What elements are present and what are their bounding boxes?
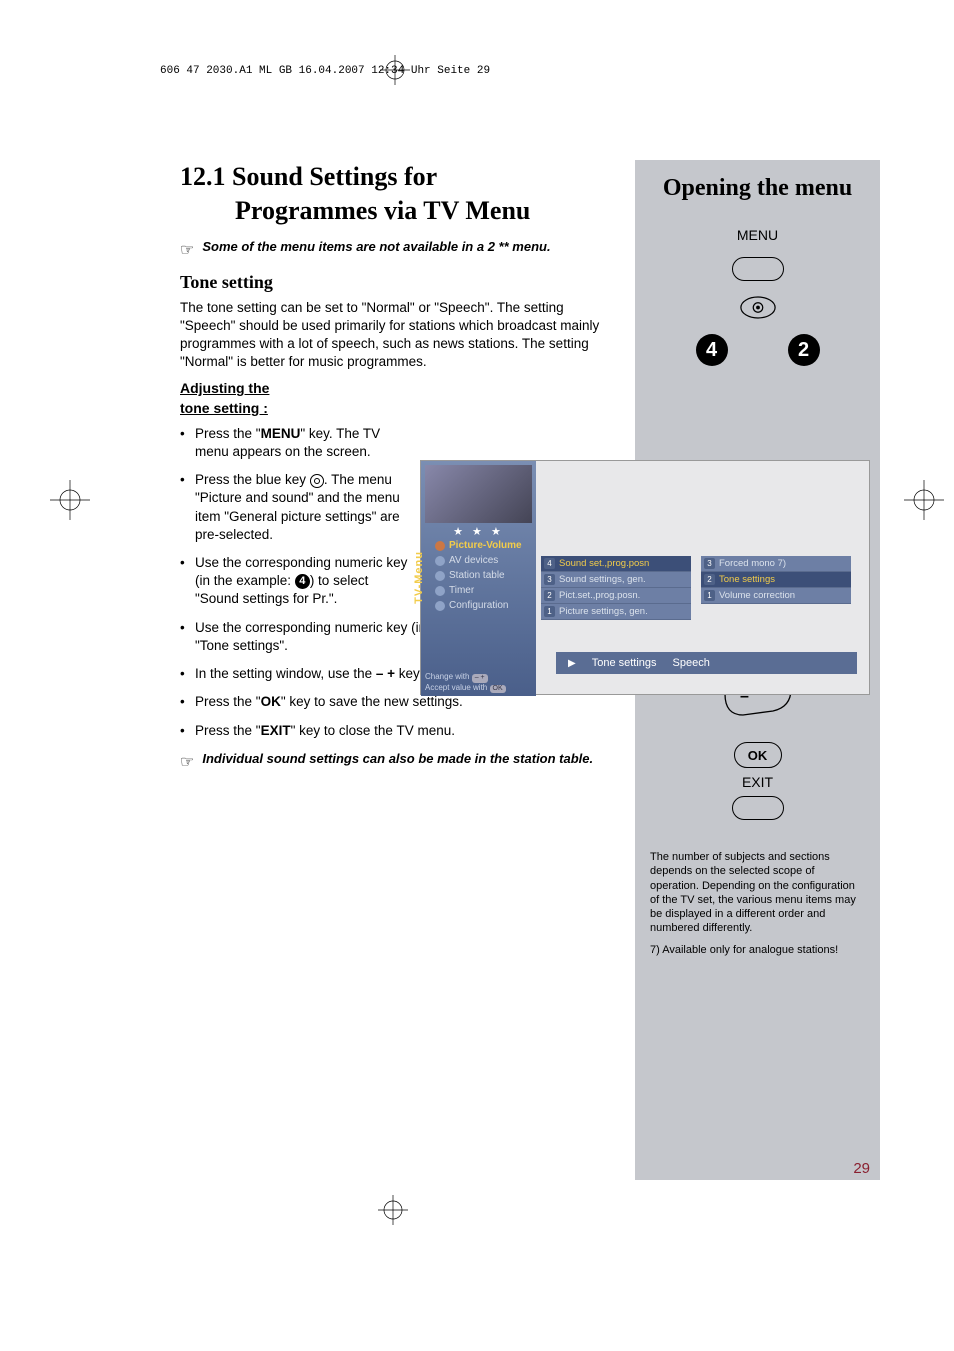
step-6: Press the "OK" key to save the new setti…: [180, 693, 600, 711]
sidebar-title: Opening the menu: [650, 175, 865, 202]
page-number: 29: [853, 1160, 870, 1177]
submenu-item[interactable]: 2Pict.set.,prog.posn.: [541, 588, 691, 604]
registration-mark-bottom: [378, 1195, 408, 1230]
exit-button[interactable]: [732, 796, 784, 820]
submenu-item[interactable]: 3Forced mono 7): [701, 556, 851, 572]
step-1: Press the "MENU" key. The TV menu appear…: [180, 425, 410, 461]
key-4: 4: [295, 574, 310, 589]
menu-button[interactable]: [732, 257, 784, 281]
tv-menu-item[interactable]: Station table: [433, 568, 532, 583]
step-3: Use the corresponding numeric key (in th…: [180, 554, 410, 609]
tv-submenus: 4Sound set.,prog.posn3Sound settings, ge…: [541, 556, 851, 620]
submenu-col-2: 3Forced mono 7)2Tone settings1Volume cor…: [701, 556, 851, 620]
tv-menu-item[interactable]: AV devices: [433, 553, 532, 568]
tv-menu-vertical-label: TV-Menu: [413, 551, 425, 604]
step-7: Press the "EXIT" key to close the TV men…: [180, 722, 600, 740]
submenu-col-1: 4Sound set.,prog.posn3Sound settings, ge…: [541, 556, 691, 620]
panel-footer: Change with – + Accept value with OK: [425, 672, 506, 693]
tv-menu-item[interactable]: Timer: [433, 583, 532, 598]
registration-mark-top: [380, 55, 410, 90]
menu-label: MENU: [737, 227, 778, 243]
submenu-item[interactable]: 3Sound settings, gen.: [541, 572, 691, 588]
tone-body: The tone setting can be set to "Normal" …: [180, 299, 600, 372]
submenu-item[interactable]: 4Sound set.,prog.posn: [541, 556, 691, 572]
sidebar-footnote: 7) Available only for analogue stations!: [650, 944, 865, 956]
print-header: 606 47 2030.A1 ML GB 16.04.2007 12:34 Uh…: [160, 65, 490, 77]
ok-button[interactable]: OK: [734, 742, 782, 768]
tv-menu-item[interactable]: Picture-Volume: [433, 538, 532, 553]
pointer-icon: ☞: [180, 240, 194, 260]
adjust-heading-line2: tone setting :: [180, 399, 600, 419]
adjust-heading: Adjusting the tone setting :: [180, 379, 600, 418]
title-line2: Programmes via TV Menu: [180, 194, 600, 228]
section-title: 12.1 Sound Settings for Programmes via T…: [180, 160, 600, 228]
key-2-big[interactable]: 2: [788, 334, 820, 366]
sidebar-note: The number of subjects and sections depe…: [650, 850, 865, 936]
page: 606 47 2030.A1 ML GB 16.04.2007 12:34 Uh…: [100, 100, 880, 1200]
status-label: Tone settings: [592, 657, 657, 669]
crop-mark-right: [904, 480, 944, 520]
pointer-icon: ☞: [180, 752, 194, 772]
adjust-heading-line1: Adjusting the: [180, 379, 600, 399]
tv-thumbnail: [425, 465, 532, 523]
tv-menu-item[interactable]: Configuration: [433, 598, 532, 613]
play-icon: ▶: [568, 658, 576, 669]
status-value: Speech: [673, 657, 710, 669]
key-4-big[interactable]: 4: [696, 334, 728, 366]
tv-menu-screenshot: ★ ★ ★ TV-Menu Picture-VolumeAV devicesSt…: [420, 460, 870, 695]
tone-heading: Tone setting: [180, 272, 600, 293]
submenu-item[interactable]: 1Picture settings, gen.: [541, 604, 691, 620]
note-2-text: Individual sound settings can also be ma…: [202, 750, 593, 768]
note-2: ☞ Individual sound settings can also be …: [180, 750, 600, 772]
tv-menu-panel: ★ ★ ★ TV-Menu Picture-VolumeAV devicesSt…: [421, 461, 536, 696]
blue-key-button[interactable]: [739, 295, 777, 320]
crop-mark-left: [50, 480, 90, 520]
submenu-item[interactable]: 1Volume correction: [701, 588, 851, 604]
submenu-item[interactable]: 2Tone settings: [701, 572, 851, 588]
step-2: Press the blue key . The menu "Picture a…: [180, 471, 410, 544]
exit-label: EXIT: [742, 774, 773, 790]
tv-status-bar: ▶ Tone settings Speech: [556, 652, 857, 674]
title-line1: 12.1 Sound Settings for: [180, 162, 437, 191]
exit-group: EXIT: [650, 774, 865, 820]
note-1-text: Some of the menu items are not available…: [202, 238, 550, 256]
remote-controls-top: MENU 4 2: [650, 227, 865, 366]
stars-icon: ★ ★ ★: [425, 525, 532, 538]
blue-key-icon: [310, 474, 324, 488]
note-1: ☞ Some of the menu items are not availab…: [180, 238, 600, 260]
